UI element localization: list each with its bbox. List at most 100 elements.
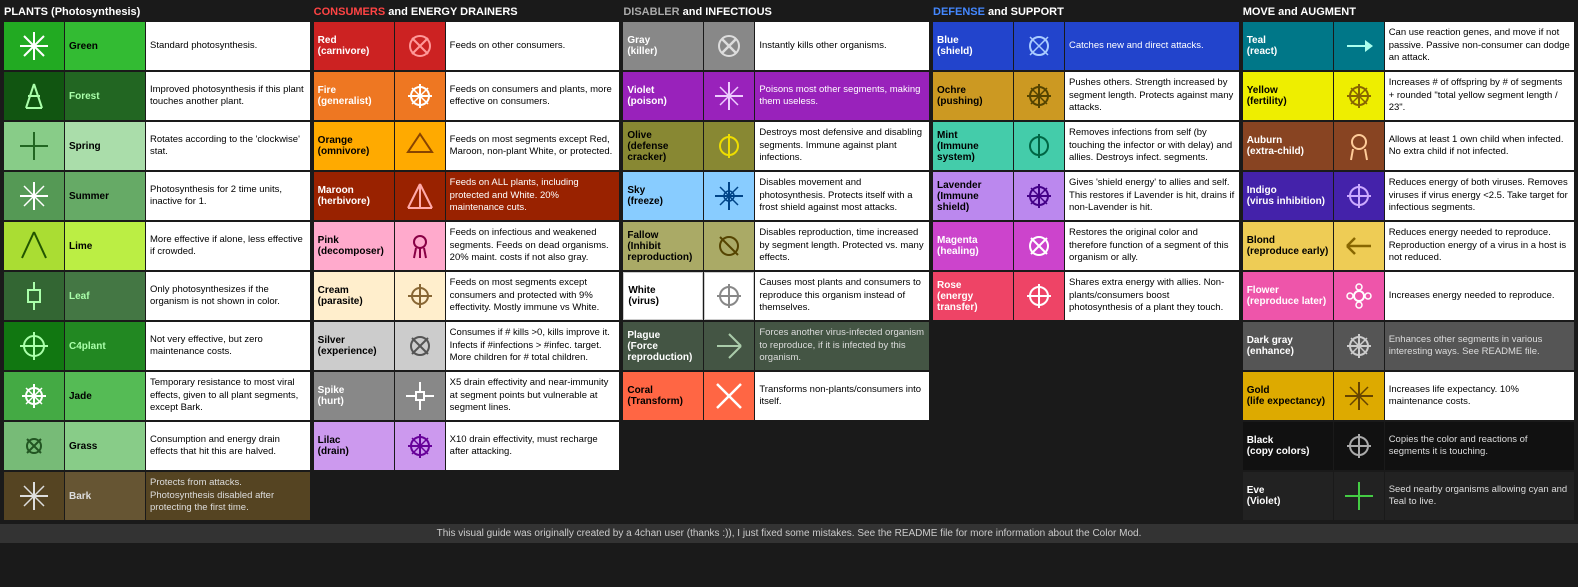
white-desc: Causes most plants and consumers to repr… [755, 272, 929, 320]
maroon-icon [404, 180, 436, 212]
move-darkgray: Dark gray(enhance) Enhances other segmen… [1243, 322, 1574, 370]
green-color [4, 22, 64, 70]
maroon-icon-box [395, 172, 445, 220]
lavender-icon-box [1014, 172, 1064, 220]
plague-desc: Forces another virus-infected organism t… [755, 322, 929, 370]
disabler-white: White(virus) Causes most plants and cons… [623, 272, 929, 320]
cream-icon [404, 280, 436, 312]
summer-icon [18, 180, 50, 212]
fallow-icon [713, 230, 745, 262]
grass-color [4, 422, 64, 470]
blue-icon [1023, 30, 1055, 62]
spike-desc: X5 drain effectivity and near-immunity a… [446, 372, 620, 420]
disabler-olive: Olive(defense cracker) Destroys most def… [623, 122, 929, 170]
gold-name: Gold(life expectancy) [1243, 372, 1333, 420]
white-icon [713, 280, 745, 312]
plant-summer: Summer Photosynthesis for 2 time units, … [4, 172, 310, 220]
plant-forest: Forest Improved photosynthesis if this p… [4, 72, 310, 120]
defense-header: DEFENSE and SUPPORT [933, 4, 1239, 20]
violet-name: Violet(poison) [623, 72, 703, 120]
auburn-icon [1343, 130, 1375, 162]
consumer-orange: Orange(omnivore) Feeds on most segments … [314, 122, 620, 170]
silver-name: Silver(experience) [314, 322, 394, 370]
spring-color [4, 122, 64, 170]
disabler-fallow: Fallow(Inhibit reproduction) Disables re… [623, 222, 929, 270]
coral-icon [713, 380, 745, 412]
lavender-icon [1023, 180, 1055, 212]
orange-name: Orange(omnivore) [314, 122, 394, 170]
fire-name: Fire(generalist) [314, 72, 394, 120]
black-icon [1343, 430, 1375, 462]
plant-c4plant: C4plant Not very effective, but zero mai… [4, 322, 310, 370]
grass-icon [18, 430, 50, 462]
spike-icon-box [395, 372, 445, 420]
green-name: Green [65, 22, 145, 70]
defense-mint: Mint(Immune system) Removes infections f… [933, 122, 1239, 170]
rose-desc: Shares extra energy with allies. Non-pla… [1065, 272, 1239, 320]
white-icon-box [704, 272, 754, 320]
plague-icon-box [704, 322, 754, 370]
coral-icon-box [704, 372, 754, 420]
disabler-header: DISABLER and INFECTIOUS [623, 4, 929, 20]
c4plant-color [4, 322, 64, 370]
disabler-plague: Plague(Force reproduction) Forces anothe… [623, 322, 929, 370]
black-desc: Copies the color and reactions of segmen… [1385, 422, 1574, 470]
gray-name: Gray(killer) [623, 22, 703, 70]
maroon-name: Maroon(herbivore) [314, 172, 394, 220]
red-icon [404, 30, 436, 62]
move-intro-desc: Can use reaction genes, and move if not … [1385, 22, 1574, 70]
flower-icon-box [1334, 272, 1384, 320]
move-intro-name: Teal(react) [1243, 22, 1333, 70]
spring-icon [18, 130, 50, 162]
plant-leaf: Leaf Only photosynthesizes if the organi… [4, 272, 310, 320]
fire-desc: Feeds on consumers and plants, more effe… [446, 72, 620, 120]
orange-icon [404, 130, 436, 162]
darkgray-name: Dark gray(enhance) [1243, 322, 1333, 370]
move-header: MOVE and AUGMENT [1243, 4, 1574, 20]
bark-desc: Protects from attacks. Photosynthesis di… [146, 472, 310, 520]
move-auburn: Auburn(extra-child) Allows at least 1 ow… [1243, 122, 1574, 170]
olive-name: Olive(defense cracker) [623, 122, 703, 170]
summer-color [4, 172, 64, 220]
footer: This visual guide was originally created… [0, 524, 1578, 543]
mint-icon [1023, 130, 1055, 162]
flower-icon [1343, 280, 1375, 312]
yellow-desc: Increases # of offspring by # of segment… [1385, 72, 1574, 120]
ochre-name: Ochre(pushing) [933, 72, 1013, 120]
forest-desc: Improved photosynthesis if this plant to… [146, 72, 310, 120]
eve-icon-box [1334, 472, 1384, 520]
disabler-sky: Sky(freeze) Disables movement and photos… [623, 172, 929, 220]
eve-desc: Seed nearby organisms allowing cyan and … [1385, 472, 1574, 520]
indigo-icon-box [1334, 172, 1384, 220]
red-desc: Feeds on other consumers. [446, 22, 620, 70]
rose-icon-box [1014, 272, 1064, 320]
jade-icon [18, 380, 50, 412]
cream-desc: Feeds on most segments except consumers … [446, 272, 620, 320]
consumer-lilac: Lilac(drain) X10 drain effectivity, must… [314, 422, 620, 470]
fallow-icon-box [704, 222, 754, 270]
summer-desc: Photosynthesis for 2 time units, inactiv… [146, 172, 310, 220]
ochre-icon [1023, 80, 1055, 112]
black-name: Black(copy colors) [1243, 422, 1333, 470]
leaf-name: Leaf [65, 272, 145, 320]
green-desc: Standard photosynthesis. [146, 22, 310, 70]
violet-icon [713, 80, 745, 112]
violet-desc: Poisons most other segments, making them… [755, 72, 929, 120]
move-indigo: Indigo(virus inhibition) Reduces energy … [1243, 172, 1574, 220]
forest-name: Forest [65, 72, 145, 120]
lilac-icon [404, 430, 436, 462]
sky-desc: Disables movement and photosynthesis. Pr… [755, 172, 929, 220]
pink-icon [404, 230, 436, 262]
forest-color [4, 72, 64, 120]
magenta-desc: Restores the original color and therefor… [1065, 222, 1239, 270]
plant-lime: Lime More effective if alone, less effec… [4, 222, 310, 270]
fire-icon-box [395, 72, 445, 120]
move-black: Black(copy colors) Copies the color and … [1243, 422, 1574, 470]
coral-name: Coral(Transform) [623, 372, 703, 420]
plants-header: PLANTS (Photosynthesis) [4, 4, 310, 20]
ochre-icon-box [1014, 72, 1064, 120]
pink-icon-box [395, 222, 445, 270]
magenta-name: Magenta(healing) [933, 222, 1013, 270]
disabler-coral: Coral(Transform) Transforms non-plants/c… [623, 372, 929, 420]
coral-desc: Transforms non-plants/consumers into its… [755, 372, 929, 420]
